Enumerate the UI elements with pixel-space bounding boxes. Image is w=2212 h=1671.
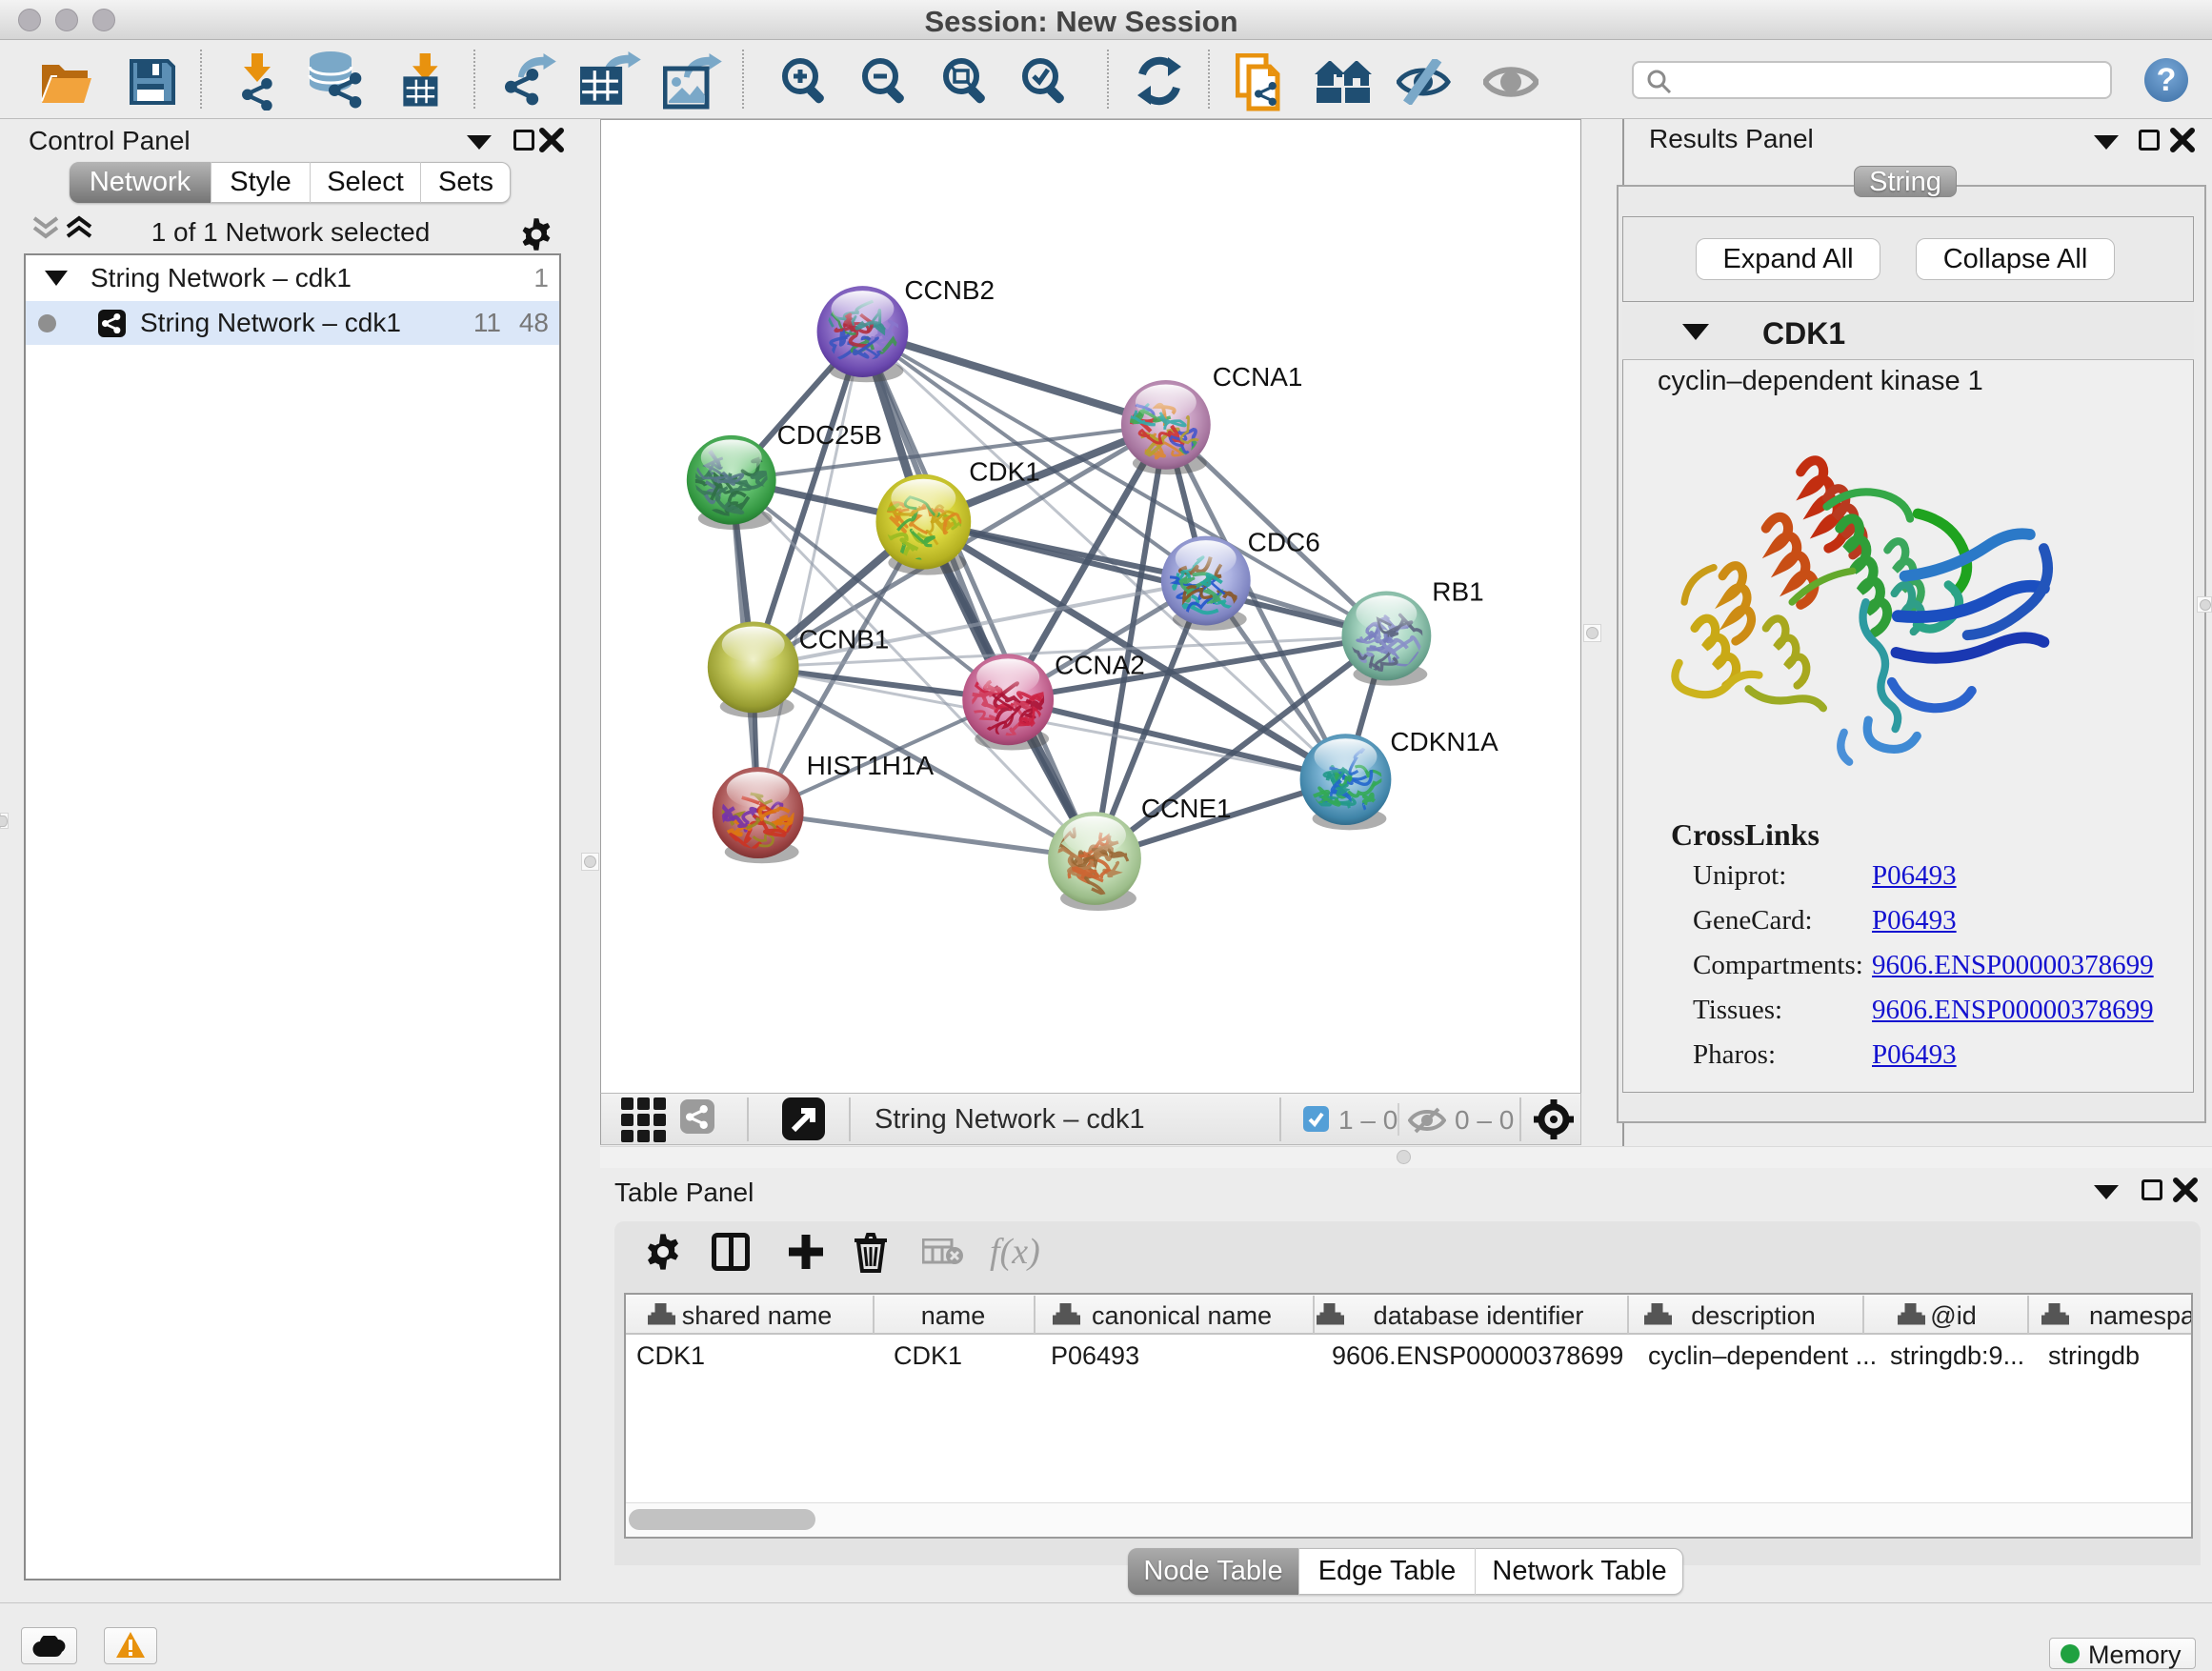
svg-text:CCNB1: CCNB1: [799, 624, 890, 654]
svg-text:CDC25B: CDC25B: [777, 420, 882, 450]
svg-text:RB1: RB1: [1432, 577, 1483, 607]
svg-text:CCNB2: CCNB2: [904, 275, 995, 305]
svg-text:HIST1H1A: HIST1H1A: [807, 751, 935, 780]
svg-text:CDK1: CDK1: [969, 457, 1040, 487]
svg-text:CDC6: CDC6: [1248, 528, 1320, 557]
svg-text:CCNA2: CCNA2: [1055, 650, 1145, 679]
svg-text:CCNA1: CCNA1: [1213, 362, 1303, 392]
svg-text:CCNE1: CCNE1: [1141, 794, 1232, 823]
svg-text:CDKN1A: CDKN1A: [1390, 727, 1498, 756]
